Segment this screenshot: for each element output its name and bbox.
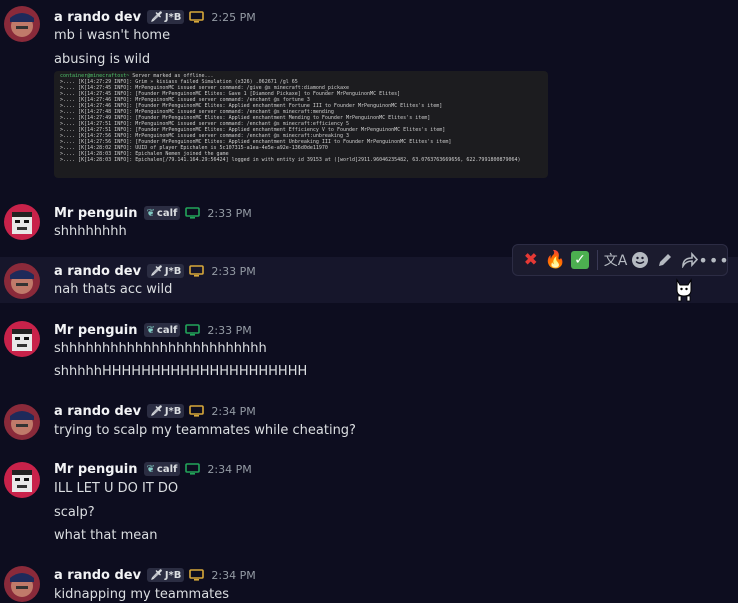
username[interactable]: Mr penguin	[54, 462, 138, 477]
message-text: what that mean	[54, 528, 158, 543]
timestamp: 2:34 PM	[207, 462, 252, 476]
message-text: abusing is wild	[54, 52, 151, 67]
message-text: ILL LET U DO IT DO	[54, 481, 179, 496]
cross-mark-emoji[interactable]: ✖	[519, 248, 543, 272]
guild-tag[interactable]: 🗡 J*B	[147, 264, 185, 278]
desktop-icon	[189, 569, 205, 581]
message-text: shhhhhhhhhhhhhhhhhhhhhhhhh	[54, 341, 267, 356]
sword-icon: 🗡	[150, 405, 163, 417]
message-group: a rando dev 🗡 J*B 2:34 PM trying to scalp…	[0, 398, 738, 448]
edit-icon[interactable]	[653, 248, 677, 272]
translate-icon[interactable]: 文A	[604, 248, 628, 272]
message-text: nah thats acc wild	[54, 282, 173, 297]
message-group: a rando dev 🗡 J*B 2:25 PM mb i wasn't hom…	[0, 0, 738, 190]
message-group: Mr penguin ❦ calf 2:33 PM shhhhhhhhhhhhhh…	[0, 316, 738, 388]
message-group: Mr penguin ❦ calf 2:34 PM ILL LET U DO IT…	[0, 458, 738, 554]
sword-icon: 🗡	[150, 265, 163, 277]
message-text: trying to scalp my teammates while cheat…	[54, 423, 356, 438]
timestamp: 2:25 PM	[211, 10, 256, 24]
sword-icon: 🗡	[150, 11, 163, 23]
guild-tag[interactable]: ❦ calf	[143, 323, 181, 337]
desktop-icon	[189, 405, 205, 417]
guild-tag[interactable]: 🗡 J*B	[147, 10, 185, 24]
message-text: shhhhhhhh	[54, 224, 127, 239]
username[interactable]: a rando dev	[54, 264, 141, 279]
message-text: shhhhhHHHHHHHHHHHHHHHHHHHHH	[54, 364, 308, 379]
check-mark-emoji[interactable]: ✓	[568, 248, 592, 272]
avatar[interactable]	[4, 462, 40, 498]
username[interactable]: a rando dev	[54, 404, 141, 419]
log-line: >.... [K[14:28:03 INFO]: Epichalen[/79.1…	[60, 157, 521, 163]
message-action-toolbar: ✖ 🔥 ✓ 文A •••	[512, 244, 729, 276]
sword-icon: 🗡	[150, 569, 163, 581]
message-text: mb i wasn't home	[54, 28, 171, 43]
fire-emoji[interactable]: 🔥	[544, 248, 568, 272]
timestamp: 2:33 PM	[207, 206, 252, 220]
guild-tag[interactable]: 🗡 J*B	[147, 568, 185, 582]
desktop-icon	[189, 11, 205, 23]
screenshot-attachment[interactable]: container@minecraftost~ Server marked as…	[54, 71, 548, 178]
guild-tag[interactable]: ❦ calf	[143, 206, 181, 220]
username[interactable]: a rando dev	[54, 568, 141, 583]
avatar[interactable]	[4, 204, 40, 240]
message-text: kidnapping my teammates	[54, 587, 230, 602]
username[interactable]: Mr penguin	[54, 323, 138, 338]
toolbar-divider	[596, 250, 598, 270]
avatar[interactable]	[4, 566, 40, 602]
add-reaction-icon[interactable]	[628, 248, 652, 272]
timestamp: 2:33 PM	[207, 323, 252, 337]
leaf-icon: ❦	[146, 207, 155, 219]
guild-tag[interactable]: ❦ calf	[143, 462, 181, 476]
leaf-icon: ❦	[146, 324, 155, 336]
desktop-icon	[185, 463, 201, 475]
timestamp: 2:34 PM	[211, 568, 256, 582]
message-group: a rando dev 🗡 J*B 2:34 PM kidnapping my t…	[0, 562, 738, 603]
username[interactable]: Mr penguin	[54, 206, 138, 221]
timestamp: 2:34 PM	[211, 404, 256, 418]
username[interactable]: a rando dev	[54, 10, 141, 25]
timestamp: 2:33 PM	[211, 264, 256, 278]
message-text: scalp?	[54, 505, 95, 520]
guild-tag[interactable]: 🗡 J*B	[147, 404, 185, 418]
desktop-icon	[185, 324, 201, 336]
desktop-icon	[189, 265, 205, 277]
avatar[interactable]	[4, 321, 40, 357]
avatar[interactable]	[4, 404, 40, 440]
avatar[interactable]	[4, 6, 40, 42]
desktop-icon	[185, 207, 201, 219]
more-icon[interactable]: •••	[698, 248, 728, 272]
cat-sprite-icon	[676, 278, 692, 302]
leaf-icon: ❦	[146, 463, 155, 475]
avatar[interactable]	[4, 263, 40, 299]
